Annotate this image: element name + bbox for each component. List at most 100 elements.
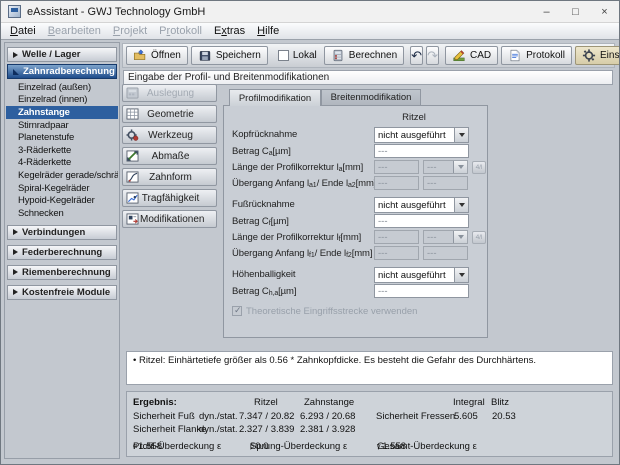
module-button-geometrie[interactable]: Geometrie [122,105,217,123]
menu-protokoll: Protokoll [153,24,208,38]
sidebar-item-3-raederkette[interactable]: 3-Räderkette [6,144,118,157]
kopfruecknahme-select[interactable]: nicht ausgeführt [374,127,469,143]
profilmodifikation-panel: Ritzel Kopfrücknahme nicht ausgeführt Be… [223,105,488,338]
tab-profilmodifikation[interactable]: Profilmodifikation [229,89,321,106]
results-header-ritzel: Ritzel [254,397,278,408]
module-button-label: Tragfähigkeit [140,193,201,204]
app-icon [8,5,21,18]
toolbar: Öffnen Speichern Lokal Berechnen ↶ ↷ CAD… [122,43,615,68]
theoretische-eingriffsstrecke-checkbox: Theoretische Eingriffsstrecke verwenden [232,305,417,317]
sidebar-group-verbindungen[interactable]: Verbindungen [7,225,117,240]
betrag-cha-label: Betrag Ch,a [µm] [232,284,296,298]
module-button-auslegung: Auslegung [122,84,217,102]
protokoll-button[interactable]: Protokoll [501,46,572,65]
sidebar-item-schnecken[interactable]: Schnecken [6,207,118,220]
open-button-label: Öffnen [151,50,181,61]
module-button-label: Abmaße [140,151,201,162]
sidebar-item-spiral-kegelraeder[interactable]: Spiral-Kegelräder [6,182,118,195]
column-header-ritzel: Ritzel [374,112,454,123]
open-button[interactable]: Öffnen [126,46,188,65]
chevron-down-icon[interactable] [454,128,468,142]
result-blitz-value: 20.53 [492,411,516,422]
sidebar-item-zahnstange[interactable]: Zahnstange [6,106,118,119]
tragfaehigkeit-chart-icon [125,191,140,205]
minimize-icon: – [543,6,549,18]
tab-breitenmodifikation[interactable]: Breitenmodifikation [321,89,421,105]
module-button-label: Modifikationen [140,214,204,225]
sidebar-group-welle-lager[interactable]: Welle / Lager [7,47,117,62]
laenge-lf-select: --- [423,230,468,244]
save-button[interactable]: Speichern [191,46,268,65]
sidebar-group-federberechnung[interactable]: Federberechnung [7,245,117,260]
settings-button-label: Einstellungen [600,50,620,61]
title-bar: eAssistant - GWJ Technology GmbH – □ × [1,1,619,23]
menu-projekt: Projekt [107,24,153,38]
hoehenballigkeit-select[interactable]: nicht ausgeführt [374,267,469,283]
gear-icon [582,49,596,62]
chevron-expanded-icon [13,69,19,75]
protocol-document-icon [508,49,522,62]
menu-extras[interactable]: Extras [208,24,251,38]
sidebar-item-planetenstufe[interactable]: Planetenstufe [6,131,118,144]
calculate-button[interactable]: Berechnen [324,46,404,65]
betrag-cha-input[interactable]: --- [374,284,469,298]
fussruecknahme-select[interactable]: nicht ausgeführt [374,197,469,213]
chevron-right-icon [13,229,18,235]
module-button-tragfaehigkeit[interactable]: Tragfähigkeit [122,189,217,207]
sidebar: Welle / Lager Zahnradberechnung Einzelra… [4,42,120,459]
kopfruecknahme-label: Kopfrücknahme [232,127,297,141]
chevron-right-icon [13,289,18,295]
cad-button-label: CAD [470,50,491,61]
undo-button[interactable]: ↶ [410,46,423,65]
module-button-abmasse[interactable]: Abmaße [122,147,217,165]
sidebar-item-einzelrad-aussen[interactable]: Einzelrad (außen) [6,81,118,94]
module-button-zahnform[interactable]: Zahnform [122,168,217,186]
maximize-button[interactable]: □ [561,1,590,22]
laenge-lf-label: Länge der Profilkorrektur lf [mm] [232,230,361,244]
sidebar-group-riemenberechnung[interactable]: Riemenberechnung [7,265,117,280]
result-ritzel-value: 7.347 / 20.82 [239,411,294,422]
menu-hilfe[interactable]: Hilfe [251,24,285,38]
results-header-zahnstange: Zahnstange [304,397,354,408]
sidebar-item-hypoid-kegelraeder[interactable]: Hypoid-Kegelräder [6,194,118,207]
sidebar-item-kegelraeder[interactable]: Kegelräder gerade/schräg [6,169,118,182]
sidebar-item-4-raederkette[interactable]: 4-Räderkette [6,157,118,170]
close-button[interactable]: × [590,1,619,22]
cad-button[interactable]: CAD [445,46,498,65]
result-integral-value: 5.605 [454,411,478,422]
sidebar-item-einzelrad-innen[interactable]: Einzelrad (innen) [6,94,118,107]
sidebar-group-zahnradberechnung[interactable]: Zahnradberechnung [7,64,117,79]
redo-button: ↷ [426,46,439,65]
menu-datei[interactable]: Datei [4,24,42,38]
local-checkbox-box[interactable] [278,50,289,61]
uebergang-lf2-input: --- [423,246,468,260]
results-header-blitz: Blitz [491,397,509,408]
chevron-down-icon[interactable] [454,198,468,212]
status-text: Eingabe der Profil- und Breitenmodifikat… [128,72,329,83]
local-checkbox-label: Lokal [293,50,317,61]
sidebar-item-stirnradpaar[interactable]: Stirnradpaar [6,119,118,132]
hoehenballigkeit-label: Höhenballigkeit [232,267,295,281]
chevron-down-icon[interactable] [454,268,468,282]
module-button-label: Geometrie [140,109,201,120]
results-header-integral: Integral [453,397,485,408]
module-button-werkzeug[interactable]: Werkzeug [122,126,217,144]
sidebar-group-kostenfreie-module[interactable]: Kostenfreie Module [7,285,117,300]
minimize-button[interactable]: – [532,1,561,22]
results-panel: Ergebnis: Ritzel Zahnstange Integral Bli… [126,391,613,457]
result-zahnstange-value: 6.293 / 20.68 [300,411,355,422]
module-button-modifikationen[interactable]: Modifikationen [122,210,217,228]
result-row-mode: dyn./stat. [199,424,238,435]
app-window: eAssistant - GWJ Technology GmbH – □ × D… [0,0,620,465]
checkbox-box [232,306,242,316]
result-row-mode: dyn./stat. [199,411,238,422]
local-checkbox[interactable]: Lokal [274,50,321,61]
fussruecknahme-value: nicht ausgeführt [378,200,446,211]
settings-button[interactable]: Einstellungen [575,46,620,65]
open-folder-icon [133,49,147,62]
betrag-cf-input[interactable]: --- [374,214,469,228]
chevron-right-icon [13,269,18,275]
chevron-down-icon [453,231,467,243]
maximize-icon: □ [572,6,579,18]
betrag-ca-input[interactable]: --- [374,144,469,158]
